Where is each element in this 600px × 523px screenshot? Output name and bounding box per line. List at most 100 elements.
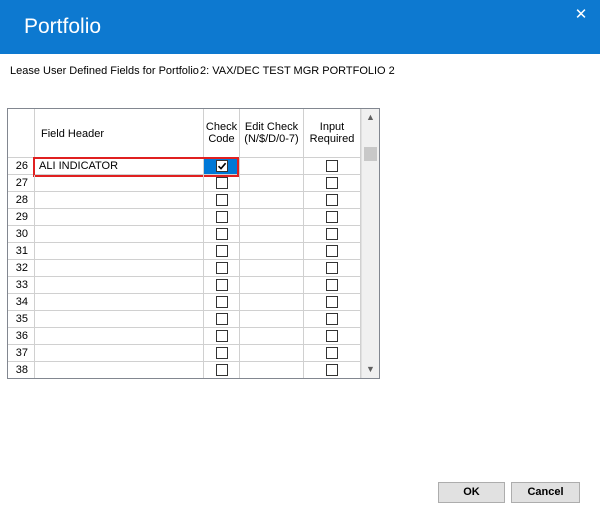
table-row[interactable]: 33 <box>8 277 361 294</box>
field-header-cell[interactable] <box>35 311 204 328</box>
checkbox-icon[interactable] <box>326 330 338 342</box>
field-header-cell[interactable] <box>35 192 204 209</box>
edit-check-cell[interactable] <box>240 158 304 175</box>
checkbox-icon[interactable] <box>216 330 228 342</box>
input-required-cell[interactable] <box>304 243 361 260</box>
edit-check-cell[interactable] <box>240 192 304 209</box>
fields-grid[interactable]: Field Header Check Code Edit Check (N/$/… <box>7 108 380 379</box>
checkbox-icon[interactable] <box>216 177 228 189</box>
edit-check-cell[interactable] <box>240 175 304 192</box>
scrollbar-thumb[interactable] <box>364 147 377 161</box>
input-required-cell[interactable] <box>304 260 361 277</box>
table-row[interactable]: 30 <box>8 226 361 243</box>
field-header-cell[interactable] <box>35 294 204 311</box>
check-code-cell[interactable] <box>204 175 240 192</box>
input-required-cell[interactable] <box>304 209 361 226</box>
vertical-scrollbar[interactable]: ▲ ▼ <box>361 109 379 378</box>
table-row[interactable]: 31 <box>8 243 361 260</box>
field-header-cell[interactable] <box>35 226 204 243</box>
table-row[interactable]: 29 <box>8 209 361 226</box>
table-row[interactable]: 35 <box>8 311 361 328</box>
checkbox-icon[interactable] <box>326 364 338 376</box>
checkbox-icon[interactable] <box>326 279 338 291</box>
input-required-cell[interactable] <box>304 226 361 243</box>
checkbox-icon[interactable] <box>326 245 338 257</box>
field-header-cell[interactable] <box>35 345 204 362</box>
input-required-cell[interactable] <box>304 158 361 175</box>
edit-check-cell[interactable] <box>240 260 304 277</box>
check-code-cell[interactable] <box>204 277 240 294</box>
field-header-cell[interactable] <box>35 362 204 378</box>
input-required-cell[interactable] <box>304 311 361 328</box>
edit-check-cell[interactable] <box>240 226 304 243</box>
check-code-cell[interactable] <box>204 362 240 378</box>
column-header-check-code[interactable]: Check Code <box>204 109 240 158</box>
edit-check-cell[interactable] <box>240 277 304 294</box>
check-code-cell[interactable] <box>204 294 240 311</box>
check-code-cell[interactable] <box>204 311 240 328</box>
checkbox-icon[interactable] <box>216 313 228 325</box>
field-header-cell[interactable] <box>35 243 204 260</box>
edit-check-cell[interactable] <box>240 345 304 362</box>
checkbox-icon[interactable] <box>216 262 228 274</box>
table-row[interactable]: 32 <box>8 260 361 277</box>
table-row[interactable]: 26 ALI INDICATOR <box>8 158 361 175</box>
input-required-cell[interactable] <box>304 328 361 345</box>
check-code-cell[interactable] <box>204 328 240 345</box>
field-header-cell[interactable] <box>35 260 204 277</box>
edit-check-cell[interactable] <box>240 328 304 345</box>
cancel-button[interactable]: Cancel <box>511 482 580 503</box>
checkbox-icon[interactable] <box>216 211 228 223</box>
check-code-cell[interactable] <box>204 192 240 209</box>
field-header-cell[interactable] <box>35 277 204 294</box>
close-icon[interactable]: ✕ <box>573 6 589 24</box>
check-code-cell[interactable] <box>204 243 240 260</box>
input-required-cell[interactable] <box>304 175 361 192</box>
input-required-cell[interactable] <box>304 277 361 294</box>
edit-check-cell[interactable] <box>240 209 304 226</box>
field-header-cell[interactable] <box>35 209 204 226</box>
check-code-cell[interactable] <box>204 209 240 226</box>
table-row[interactable]: 38 <box>8 362 361 378</box>
checkbox-icon[interactable] <box>326 177 338 189</box>
column-header-input-required[interactable]: Input Required <box>304 109 361 158</box>
checkbox-icon[interactable] <box>326 211 338 223</box>
table-row[interactable]: 27 <box>8 175 361 192</box>
checkbox-icon[interactable] <box>216 347 228 359</box>
checkbox-icon[interactable] <box>216 228 228 240</box>
checkbox-icon[interactable] <box>216 245 228 257</box>
table-row[interactable]: 36 <box>8 328 361 345</box>
field-header-cell[interactable]: ALI INDICATOR <box>35 158 204 175</box>
check-code-cell[interactable] <box>204 226 240 243</box>
edit-check-cell[interactable] <box>240 243 304 260</box>
checkbox-icon[interactable] <box>326 194 338 206</box>
edit-check-cell[interactable] <box>240 311 304 328</box>
checkbox-icon[interactable] <box>216 364 228 376</box>
table-row[interactable]: 34 <box>8 294 361 311</box>
ok-button[interactable]: OK <box>438 482 505 503</box>
checkbox-icon[interactable] <box>326 228 338 240</box>
input-required-cell[interactable] <box>304 345 361 362</box>
check-code-cell[interactable] <box>204 345 240 362</box>
input-required-cell[interactable] <box>304 192 361 209</box>
checkbox-icon[interactable] <box>216 194 228 206</box>
checkbox-icon[interactable] <box>326 262 338 274</box>
checkbox-icon[interactable] <box>216 279 228 291</box>
table-row[interactable]: 28 <box>8 192 361 209</box>
input-required-cell[interactable] <box>304 362 361 378</box>
check-code-cell[interactable] <box>204 260 240 277</box>
column-header-field[interactable]: Field Header <box>35 109 204 158</box>
edit-check-cell[interactable] <box>240 362 304 378</box>
scroll-down-icon[interactable]: ▼ <box>362 361 379 378</box>
table-row[interactable]: 37 <box>8 345 361 362</box>
checkbox-icon[interactable] <box>326 313 338 325</box>
check-code-cell[interactable] <box>204 158 240 175</box>
checkbox-icon[interactable] <box>326 160 338 172</box>
checkbox-icon[interactable] <box>326 296 338 308</box>
scroll-up-icon[interactable]: ▲ <box>362 109 379 126</box>
checked-checkbox-icon[interactable] <box>216 160 228 172</box>
column-header-edit-check[interactable]: Edit Check (N/$/D/0-7) <box>240 109 304 158</box>
field-header-cell[interactable] <box>35 328 204 345</box>
checkbox-icon[interactable] <box>216 296 228 308</box>
checkbox-icon[interactable] <box>326 347 338 359</box>
